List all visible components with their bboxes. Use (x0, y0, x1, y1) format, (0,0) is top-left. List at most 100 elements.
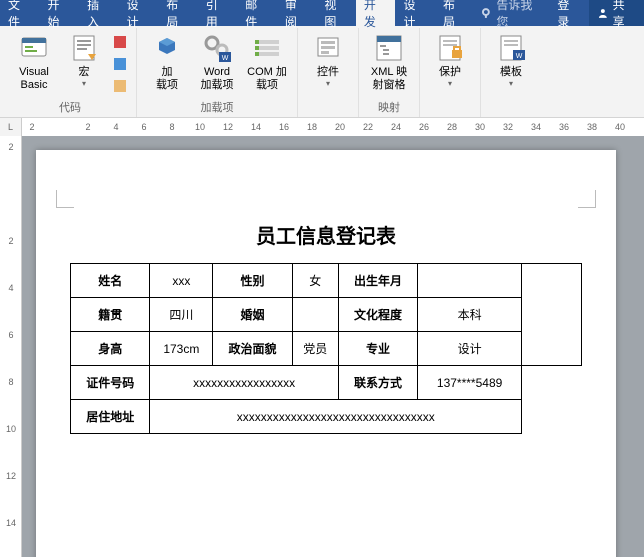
page-scroll[interactable]: 员工信息登记表 姓名xxx性别女出生年月籍贯四川婚姻文化程度本科身高173cm政… (22, 136, 644, 557)
share-button[interactable]: 共享 (589, 0, 644, 26)
margin-corner-tr (578, 190, 596, 208)
tab-布局[interactable]: 布局 (158, 0, 198, 26)
photo-cell (522, 264, 582, 366)
ribbon-btn-VisualBasic[interactable]: Visual Basic (10, 30, 58, 94)
ruler-tick: 20 (330, 118, 350, 136)
ruler-tick-v: 14 (0, 518, 22, 528)
chevron-down-icon: ▾ (448, 79, 452, 89)
ribbon-btn-XML映射窗格[interactable]: XML 映射窗格 (365, 30, 413, 94)
ruler-tick: 6 (134, 118, 154, 136)
form-value: xxxxxxxxxxxxxxxxx (150, 366, 338, 400)
form-label: 联系方式 (338, 366, 417, 400)
macro-security-icon[interactable] (110, 76, 130, 96)
ruler-tick-v: 12 (0, 471, 22, 481)
form-label: 出生年月 (338, 264, 417, 298)
tab-邮件[interactable]: 邮件 (237, 0, 277, 26)
ribbon-btn-Word加载项[interactable]: W Word加载项 (193, 30, 241, 94)
tab-设计[interactable]: 设计 (119, 0, 159, 26)
ruler-tick: 8 (162, 118, 182, 136)
COM加载项-icon (251, 32, 283, 64)
form-value (292, 298, 338, 332)
ribbon-btn-保护[interactable]: 保护▾ (426, 30, 474, 91)
ruler-tick-v: 4 (0, 283, 22, 293)
ruler-tick: 12 (218, 118, 238, 136)
tab-视图[interactable]: 视图 (316, 0, 356, 26)
ruler-tick: 2 (22, 118, 42, 136)
chevron-down-icon: ▾ (82, 79, 86, 89)
group-label (448, 101, 451, 117)
tell-me[interactable]: 告诉我您 (475, 0, 550, 26)
group-label (326, 101, 329, 117)
form-value: 女 (292, 264, 338, 298)
ruler-tick: 40 (610, 118, 630, 136)
ruler-tick-v: 8 (0, 377, 22, 387)
group-label: 映射 (378, 97, 400, 117)
margin-corner-tl (56, 190, 74, 208)
ribbon-group: 加载项WWord加载项COM 加载项加载项 (137, 28, 298, 117)
tab-布局[interactable]: 布局 (435, 0, 475, 26)
tab-文件[interactable]: 文件 (0, 0, 40, 26)
login-button[interactable]: 登录 (549, 0, 589, 26)
加载项-icon (151, 32, 183, 64)
tab-开始[interactable]: 开始 (40, 0, 80, 26)
ruler-tick-v: 10 (0, 424, 22, 434)
ruler-tick: 38 (582, 118, 602, 136)
form-label: 籍贯 (71, 298, 150, 332)
form-value (418, 264, 522, 298)
form-label: 婚姻 (213, 298, 292, 332)
group-label: 加载项 (201, 97, 234, 117)
form-label: 文化程度 (338, 298, 417, 332)
ruler-tick: 30 (470, 118, 490, 136)
vertical-ruler: 22468101214 (0, 136, 22, 557)
pause-macro-icon[interactable] (110, 54, 130, 74)
ribbon-btn-label: 加载项 (156, 66, 178, 92)
ribbon-btn-label: Word加载项 (201, 66, 234, 92)
form-value: 173cm (150, 332, 213, 366)
ruler-tick: 10 (190, 118, 210, 136)
ribbon: Visual Basic宏▾代码加载项WWord加载项COM 加载项加载项控件▾… (0, 26, 644, 118)
ruler-tick (50, 118, 70, 136)
work-area: 22468101214 员工信息登记表 姓名xxx性别女出生年月籍贯四川婚姻文化… (0, 136, 644, 557)
tab-设计[interactable]: 设计 (395, 0, 435, 26)
ribbon-group: XML 映射窗格映射 (359, 28, 420, 117)
ribbon-btn-加载项[interactable]: 加载项 (143, 30, 191, 94)
chevron-down-icon: ▾ (326, 79, 330, 89)
ribbon-group: 保护▾ (420, 28, 481, 117)
doc-title: 员工信息登记表 (70, 220, 582, 249)
tab-开发[interactable]: 开发 (356, 0, 396, 26)
ruler-tick: 22 (358, 118, 378, 136)
ribbon-btn-label: COM 加载项 (245, 66, 289, 92)
ribbon-group: W模板▾ (481, 28, 541, 117)
ribbon-btn-模板[interactable]: W模板▾ (487, 30, 535, 91)
tab-引用[interactable]: 引用 (198, 0, 238, 26)
svg-text:W: W (222, 55, 229, 62)
ruler-tick: 36 (554, 118, 574, 136)
ribbon-btn-label: XML 映射窗格 (367, 66, 411, 92)
menubar: 文件开始插入设计布局引用邮件审阅视图开发设计布局告诉我您登录共享 (0, 0, 644, 26)
ribbon-group: Visual Basic宏▾代码 (4, 28, 137, 117)
tab-审阅[interactable]: 审阅 (277, 0, 317, 26)
ribbon-btn-label: Visual Basic (12, 66, 56, 92)
document-page: 员工信息登记表 姓名xxx性别女出生年月籍贯四川婚姻文化程度本科身高173cm政… (36, 150, 616, 557)
VisualBasic-icon (18, 32, 50, 64)
ribbon-btn-label: 宏 (79, 66, 90, 79)
ruler-tick: 24 (386, 118, 406, 136)
ruler-tick: 4 (106, 118, 126, 136)
tab-插入[interactable]: 插入 (79, 0, 119, 26)
form-value: 137****5489 (418, 366, 522, 400)
form-label: 政治面貌 (213, 332, 292, 366)
ribbon-btn-label: 控件 (317, 66, 339, 79)
chevron-down-icon: ▾ (509, 79, 513, 89)
record-macro-icon[interactable] (110, 32, 130, 52)
模板-icon: W (495, 32, 527, 64)
ribbon-btn-COM加载项[interactable]: COM 加载项 (243, 30, 291, 94)
ribbon-btn-宏[interactable]: 宏▾ (60, 30, 108, 91)
form-label: 姓名 (71, 264, 150, 298)
form-value: 党员 (292, 332, 338, 366)
group-label (509, 101, 512, 117)
ruler-tick: 34 (526, 118, 546, 136)
ruler-tick-v: 6 (0, 330, 22, 340)
form-label: 身高 (71, 332, 150, 366)
ruler-tick-v: 2 (0, 236, 22, 246)
ribbon-btn-控件[interactable]: 控件▾ (304, 30, 352, 91)
